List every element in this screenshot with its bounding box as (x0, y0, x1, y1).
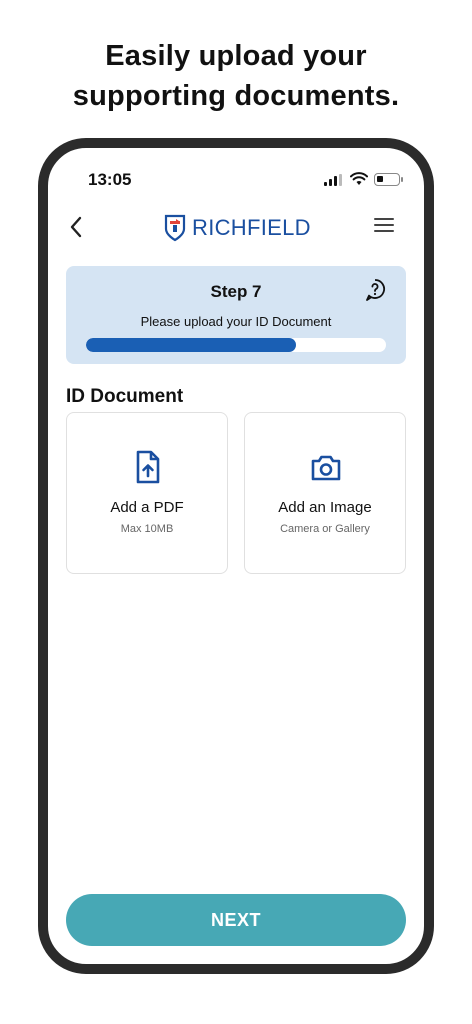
richfield-logo: RICHFIELD (164, 212, 311, 244)
wifi-icon (350, 172, 368, 185)
step-title: Step 7 (210, 282, 262, 301)
step-progress-card: Step 7 Please upload your ID Document (66, 266, 406, 364)
status-time: 13:05 (88, 170, 132, 189)
nav-bar: RICHFIELD (48, 204, 424, 254)
add-image-button[interactable]: Add an Image Camera or Gallery (244, 412, 406, 574)
add-image-sublabel: Camera or Gallery (280, 523, 370, 535)
file-upload-icon (136, 450, 160, 484)
battery-icon (374, 173, 403, 186)
add-pdf-label: Add a PDF (110, 499, 184, 516)
add-pdf-sublabel: Max 10MB (120, 523, 174, 535)
camera-icon (311, 455, 341, 481)
phone-frame: 13:05 RICHFIELD Step 7 Please upload you… (38, 138, 434, 974)
hamburger-menu-icon[interactable] (374, 218, 394, 236)
shield-logo-icon (164, 214, 186, 242)
progress-bar (86, 338, 386, 352)
add-image-label: Add an Image (278, 499, 372, 516)
help-icon[interactable] (364, 278, 386, 302)
headline-line-2: supporting documents. (72, 80, 400, 112)
step-subtitle: Please upload your ID Document (140, 314, 332, 329)
progress-bar-fill (86, 338, 296, 352)
status-bar: 13:05 (48, 148, 424, 192)
next-button[interactable]: NEXT (66, 894, 406, 946)
add-pdf-button[interactable]: Add a PDF Max 10MB (66, 412, 228, 574)
headline-line-1: Easily upload your (105, 40, 367, 72)
signal-icon (324, 174, 344, 186)
logo-text: RICHFIELD (192, 215, 311, 240)
chevron-left-icon[interactable] (66, 214, 86, 240)
marketing-headline: Easily upload your supporting documents. (0, 36, 472, 116)
section-title: ID Document (66, 386, 184, 407)
